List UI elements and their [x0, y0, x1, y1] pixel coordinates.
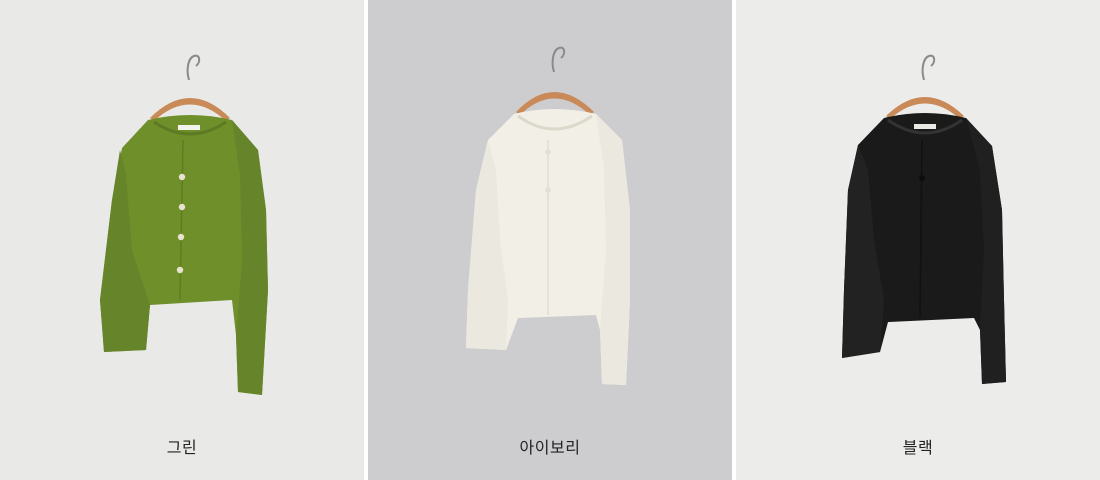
product-panel-ivory: 아이보리 [368, 0, 732, 480]
color-label-green: 그린 [166, 438, 198, 457]
product-panel-black: 블랙 [736, 0, 1100, 480]
green-cardigan-photo [100, 54, 268, 395]
black-cardigan-photo [842, 54, 1006, 384]
ivory-cardigan-photo [466, 46, 630, 385]
product-panel-green: 그린 [0, 0, 364, 480]
color-label-ivory: 아이보리 [519, 438, 581, 457]
color-label-black: 블랙 [902, 438, 934, 457]
